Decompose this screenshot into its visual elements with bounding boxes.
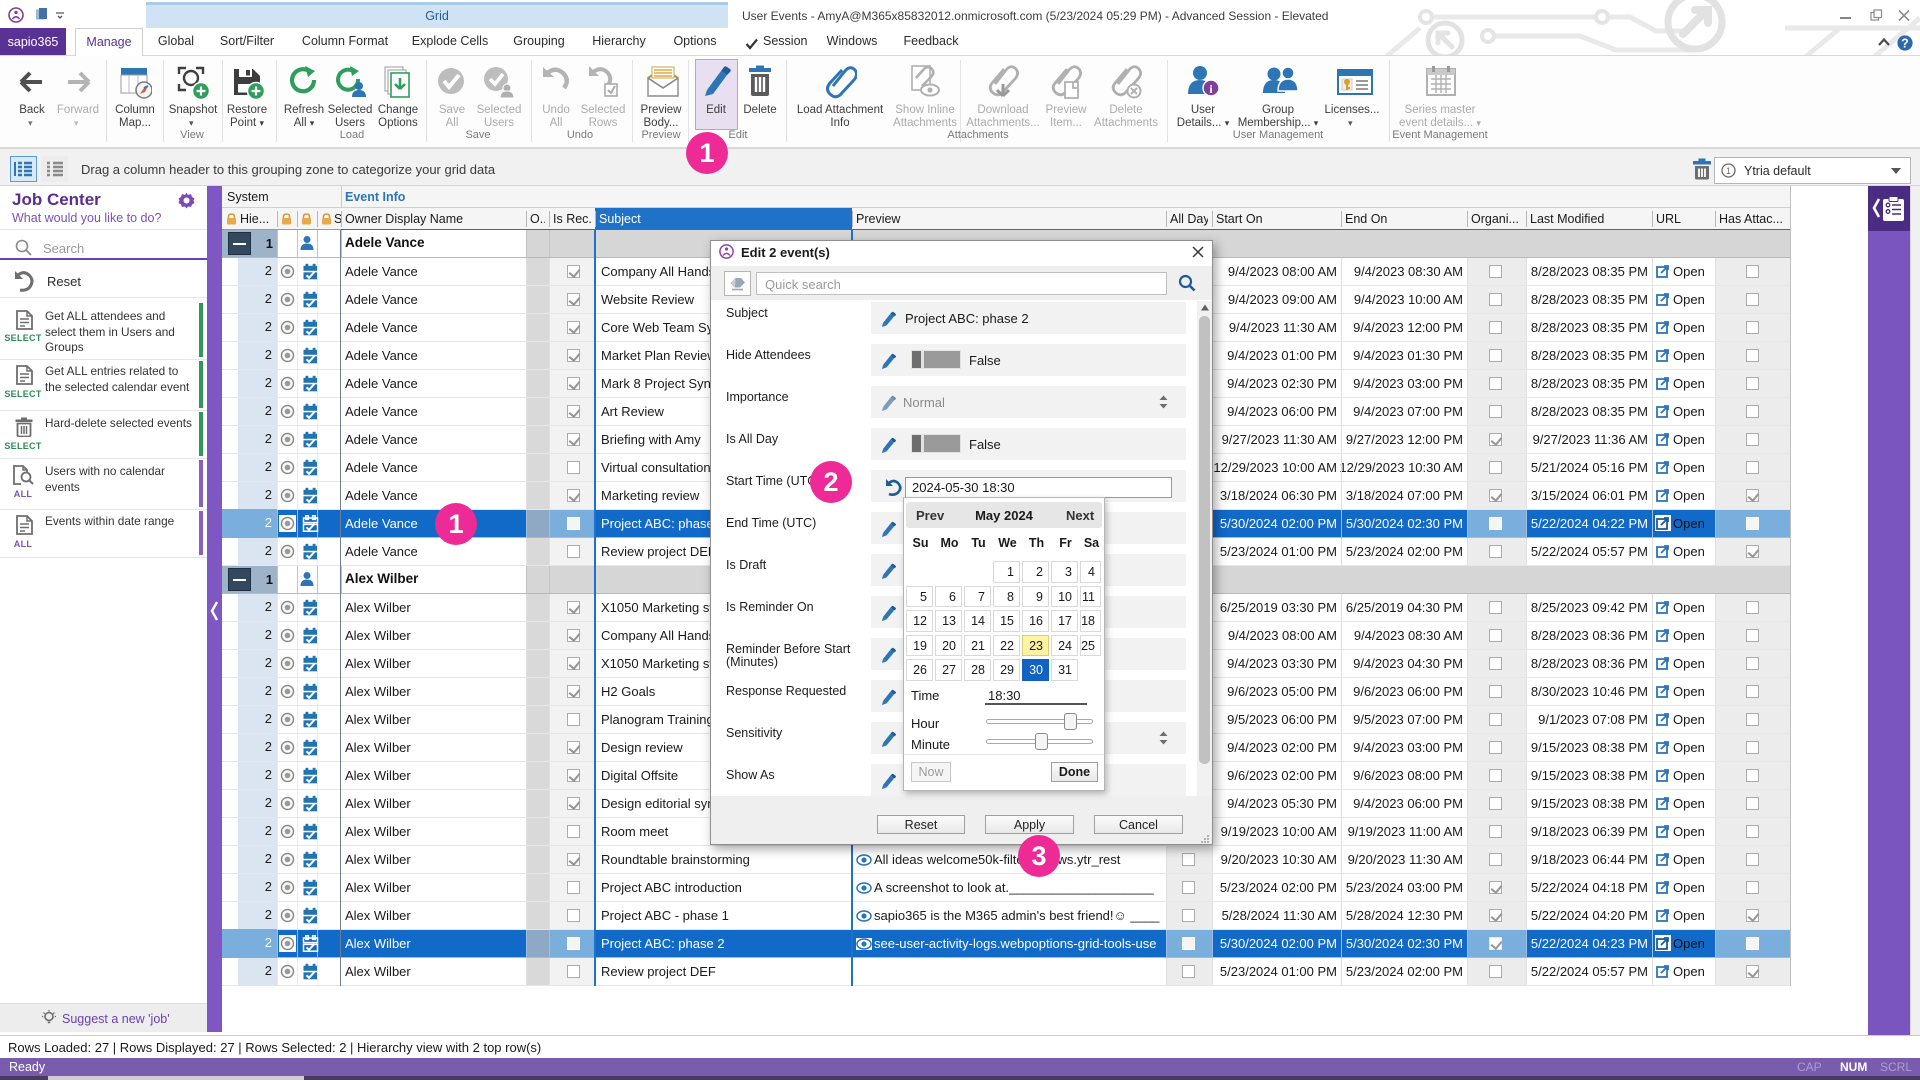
svg-text:1: 1 — [1726, 166, 1731, 176]
svg-text:?: ? — [1901, 37, 1909, 51]
